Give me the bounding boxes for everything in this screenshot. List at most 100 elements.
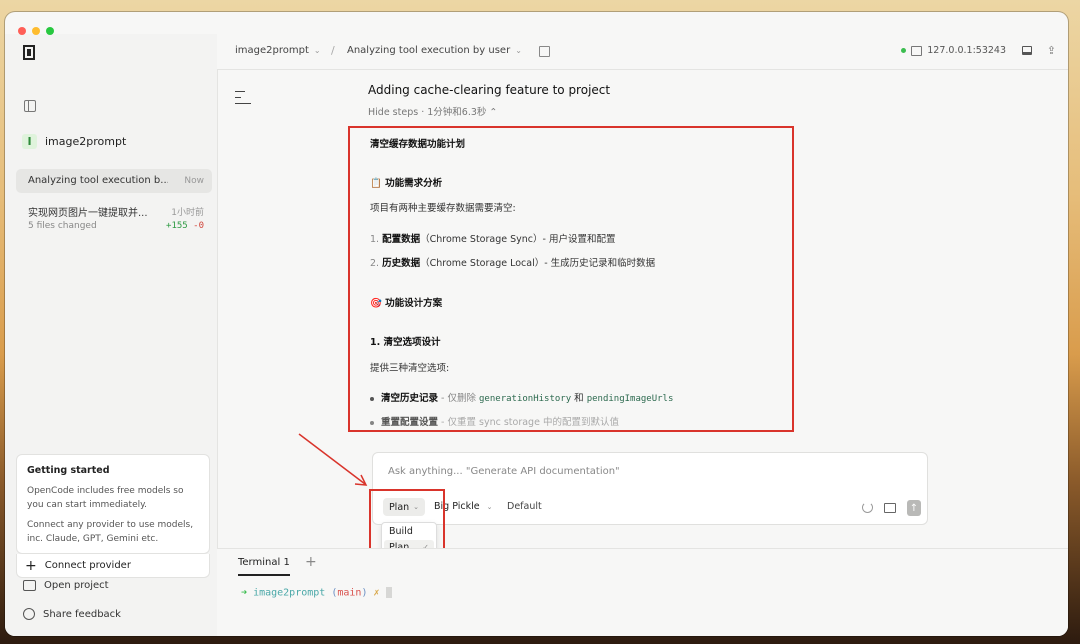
section-heading: 📋 功能需求分析 bbox=[370, 175, 442, 189]
variant-selector[interactable]: Default bbox=[507, 501, 542, 512]
bullet-item: 重置配置设置 - 仅重置 sync storage 中的配置到默认值 bbox=[370, 414, 619, 428]
task-title: Adding cache-clearing feature to project bbox=[368, 83, 611, 97]
bullet-item: 清空历史记录 - 仅删除 generationHistory 和 pending… bbox=[370, 390, 673, 404]
paragraph: 提供三种清空选项: bbox=[370, 363, 450, 374]
list-item: 1. 配置数据（Chrome Storage Sync）- 用户设置和配置 bbox=[370, 231, 615, 245]
section-heading-text: 功能设计方案 bbox=[385, 298, 443, 309]
lines-added: +155 bbox=[166, 221, 188, 231]
outline-icon[interactable] bbox=[235, 91, 251, 109]
inline-code: pendingImageUrls bbox=[586, 394, 674, 404]
bullet-text: - 仅重置 sync storage 中的配置到默认值 bbox=[438, 417, 619, 428]
session-diff-stats: +155 -0 bbox=[166, 221, 204, 231]
session-item[interactable]: 实现网页图片一键提取并... 1小时前 5 files changed +155… bbox=[16, 202, 212, 236]
chevron-down-icon: ⌄ bbox=[486, 502, 493, 511]
prompt-arrow-icon: ➜ bbox=[241, 587, 248, 599]
open-project-label: Open project bbox=[44, 580, 109, 591]
sidebar: I image2prompt Analyzing tool execution … bbox=[5, 34, 218, 636]
bullet-icon bbox=[370, 420, 374, 425]
terminal-prompt-line[interactable]: ➜ image2prompt (main) ✗ bbox=[241, 587, 392, 599]
session-files-changed: 5 files changed bbox=[28, 221, 97, 231]
bullet-text: - 仅删除 bbox=[438, 393, 480, 404]
project-selector[interactable]: image2prompt ⌄ bbox=[235, 45, 321, 56]
loading-spinner-icon bbox=[862, 502, 873, 513]
terminal-tab[interactable]: Terminal 1 bbox=[238, 557, 290, 576]
breadcrumb-separator: / bbox=[331, 44, 335, 57]
prompt-composer[interactable]: Ask anything... "Generate API documentat… bbox=[372, 452, 928, 525]
session-title: 实现网页图片一键提取并... bbox=[28, 208, 148, 219]
git-branch: (main) bbox=[331, 587, 368, 599]
send-button[interactable]: ↑ bbox=[907, 500, 921, 516]
getting-started-card: Getting started OpenCode includes free m… bbox=[16, 454, 210, 554]
terminal-cursor bbox=[385, 587, 392, 598]
session-title: Analyzing tool execution b... bbox=[28, 175, 168, 186]
section-heading: 🎯 功能设计方案 bbox=[370, 295, 442, 309]
open-external-icon[interactable] bbox=[539, 46, 550, 57]
bullet-bold: 重置配置设置 bbox=[381, 417, 439, 428]
app-logo-icon bbox=[23, 45, 35, 60]
session-item-active[interactable]: Analyzing tool execution b... Now bbox=[16, 169, 212, 193]
hide-steps-toggle[interactable]: Hide steps · 1分钟和6.3秒 ⌃ bbox=[368, 104, 497, 118]
plus-icon: + bbox=[25, 557, 37, 574]
chat-bubble-icon bbox=[23, 608, 35, 620]
top-bar: image2prompt ⌄ / Analyzing tool executio… bbox=[217, 34, 1068, 70]
plan-heading: 清空缓存数据功能计划 bbox=[370, 139, 466, 150]
project-selector-label: image2prompt bbox=[235, 45, 309, 56]
connect-provider-button[interactable]: + Connect provider bbox=[16, 554, 210, 578]
folder-icon bbox=[23, 580, 36, 591]
project-avatar-icon: I bbox=[22, 134, 37, 149]
getting-started-title: Getting started bbox=[27, 465, 110, 476]
server-icon bbox=[911, 45, 923, 56]
session-time: Now bbox=[184, 176, 204, 186]
list-item-bold: 配置数据 bbox=[382, 234, 421, 245]
annotation-arrow bbox=[298, 433, 368, 486]
subsection-heading: 1. 清空选项设计 bbox=[370, 337, 441, 348]
list-item-bold: 历史数据 bbox=[382, 258, 421, 269]
session-time: 1小时前 bbox=[171, 208, 204, 218]
share-feedback-button[interactable]: Share feedback bbox=[23, 608, 121, 620]
window-controls bbox=[18, 27, 54, 35]
app-window: I image2prompt Analyzing tool execution … bbox=[5, 12, 1068, 636]
getting-started-text: OpenCode includes free models so you can… bbox=[27, 486, 184, 510]
toggle-panel-icon[interactable] bbox=[1022, 46, 1032, 55]
image-attach-icon[interactable] bbox=[884, 503, 896, 513]
list-item: 2. 历史数据（Chrome Storage Local）- 生成历史记录和临时… bbox=[370, 255, 655, 269]
share-feedback-label: Share feedback bbox=[43, 608, 121, 620]
inline-code: generationHistory bbox=[479, 394, 572, 404]
session-selector-label: Analyzing tool execution by user bbox=[347, 45, 511, 56]
hide-steps-label: Hide steps · 1分钟和6.3秒 bbox=[368, 107, 487, 118]
list-number: 2. bbox=[370, 258, 380, 269]
terminal-panel: Terminal 1 + ➜ image2prompt (main) ✗ bbox=[217, 548, 1068, 636]
git-branch-name: main bbox=[337, 587, 362, 599]
close-window-button[interactable] bbox=[18, 27, 26, 35]
list-item-text: （Chrome Storage Sync）- 用户设置和配置 bbox=[420, 234, 616, 245]
target-icon: 🎯 bbox=[370, 298, 382, 309]
server-address: 127.0.0.1:53243 bbox=[927, 45, 1006, 56]
session-selector[interactable]: Analyzing tool execution by user ⌄ bbox=[347, 45, 522, 56]
chevron-updown-icon: ⌃ bbox=[489, 107, 498, 118]
list-item-text: （Chrome Storage Local）- 生成历史记录和临时数据 bbox=[420, 258, 656, 269]
connect-provider-label: Connect provider bbox=[44, 560, 131, 571]
add-terminal-icon[interactable]: + bbox=[305, 554, 317, 570]
bullet-text: 和 bbox=[571, 393, 587, 404]
bullet-icon bbox=[370, 396, 374, 401]
getting-started-text: Connect any provider to use models, inc.… bbox=[27, 520, 194, 544]
server-status[interactable]: 127.0.0.1:53243 bbox=[901, 45, 1006, 56]
prompt-input[interactable]: Ask anything... "Generate API documentat… bbox=[388, 466, 620, 477]
clipboard-icon: 📋 bbox=[370, 178, 382, 189]
share-icon[interactable]: ⇪ bbox=[1047, 44, 1056, 57]
chevron-down-icon: ⌄ bbox=[313, 46, 321, 55]
minimize-window-button[interactable] bbox=[32, 27, 40, 35]
sidebar-toggle-icon[interactable] bbox=[24, 100, 36, 112]
dirty-marker-icon: ✗ bbox=[373, 587, 380, 599]
list-number: 1. bbox=[370, 234, 380, 245]
bullet-bold: 清空历史记录 bbox=[381, 393, 439, 404]
project-item[interactable]: I image2prompt bbox=[22, 134, 126, 149]
terminal-directory: image2prompt bbox=[253, 587, 326, 599]
zoom-window-button[interactable] bbox=[46, 27, 54, 35]
chevron-down-icon: ⌄ bbox=[515, 46, 522, 55]
plan-content: 清空缓存数据功能计划 📋 功能需求分析 项目有两种主要缓存数据需要清空: 1. … bbox=[348, 126, 794, 432]
status-dot bbox=[901, 48, 907, 53]
paragraph: 项目有两种主要缓存数据需要清空: bbox=[370, 203, 516, 214]
section-heading-text: 功能需求分析 bbox=[385, 178, 443, 189]
open-project-button[interactable]: Open project bbox=[23, 580, 109, 591]
